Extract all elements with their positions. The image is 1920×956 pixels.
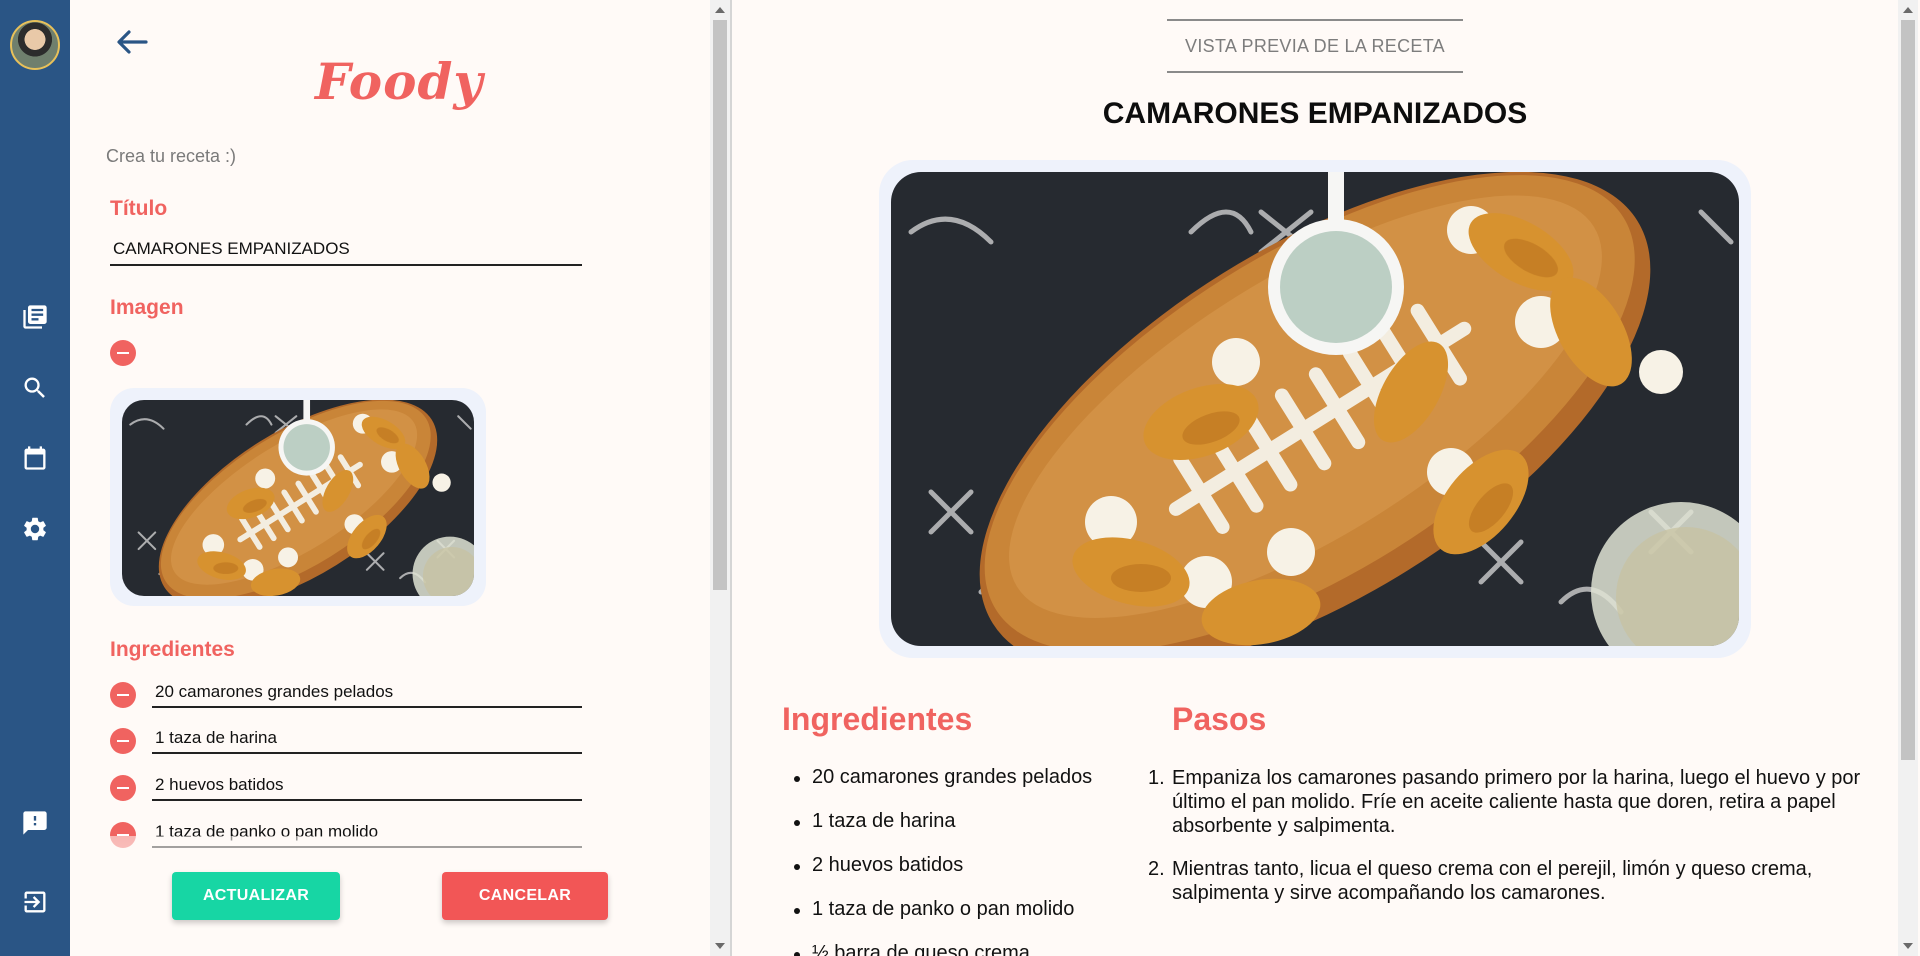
recipe-editor: Foody Crea tu receta :) Título Imagen In… <box>70 0 710 956</box>
list-item: 20 camarones grandes pelados <box>782 766 1102 810</box>
logout-icon[interactable] <box>19 886 51 918</box>
recipe-preview: VISTA PREVIA DE LA RECETA CAMARONES EMPA… <box>732 0 1898 956</box>
recipes-icon[interactable] <box>19 301 51 333</box>
title-label: Título <box>110 197 168 220</box>
step-item: 2. Mientras tanto, licua el queso crema c… <box>1148 858 1813 904</box>
editor-scrollbar-thumb[interactable] <box>713 20 727 590</box>
preview-ingredients-list: 20 camarones grandes pelados 1 taza de h… <box>782 766 1102 956</box>
preview-steps-list: 1. Empaniza los camarones pasando primero… <box>1148 766 1892 924</box>
list-item: ½ barra de queso crema <box>782 942 1102 956</box>
back-arrow-icon[interactable] <box>112 22 152 62</box>
calendar-icon[interactable] <box>19 442 51 474</box>
title-input[interactable] <box>110 234 582 266</box>
search-icon[interactable] <box>19 372 51 404</box>
settings-icon[interactable] <box>19 513 51 545</box>
preview-image-frame <box>879 160 1751 658</box>
editor-scrollbar[interactable] <box>710 0 730 956</box>
ingredients-label: Ingredientes <box>110 638 235 661</box>
list-item: 1 taza de harina <box>782 810 1102 854</box>
recipe-image-thumbnail <box>122 400 474 596</box>
list-item: 2 huevos batidos <box>782 854 1102 898</box>
preview-scrollbar-thumb[interactable] <box>1901 20 1915 760</box>
ingredient-input[interactable] <box>152 678 582 708</box>
step-text: Mientras tanto, licua el queso crema con… <box>1172 858 1813 904</box>
cancel-button[interactable]: CANCELAR <box>442 872 608 920</box>
scroll-down-arrow-icon[interactable] <box>1903 943 1913 949</box>
remove-ingredient-icon[interactable] <box>110 775 136 801</box>
ingredient-input[interactable] <box>152 771 582 801</box>
feedback-icon[interactable] <box>19 807 51 839</box>
scroll-down-arrow-icon[interactable] <box>715 943 725 949</box>
update-button[interactable]: ACTUALIZAR <box>172 872 340 920</box>
scroll-up-arrow-icon[interactable] <box>1903 7 1913 13</box>
list-item: 1 taza de panko o pan molido <box>782 898 1102 942</box>
preview-header: VISTA PREVIA DE LA RECETA <box>1167 19 1463 73</box>
remove-ingredient-icon[interactable] <box>110 682 136 708</box>
remove-image-icon[interactable] <box>110 340 136 366</box>
preview-steps-title: Pasos <box>1172 701 1267 737</box>
remove-ingredient-icon[interactable] <box>110 728 136 754</box>
scroll-up-arrow-icon[interactable] <box>715 7 725 13</box>
preview-scrollbar[interactable] <box>1898 0 1918 956</box>
editor-subtitle: Crea tu receta :) <box>106 146 237 166</box>
avatar[interactable] <box>10 20 60 70</box>
ingredient-input[interactable] <box>152 724 582 754</box>
step-item: 1. Empaniza los camarones pasando primero… <box>1148 767 1861 837</box>
step-text: Empaniza los camarones pasando primero p… <box>1172 767 1861 837</box>
preview-recipe-title: CAMARONES EMPANIZADOS <box>1102 97 1528 130</box>
foody-logo: Foody <box>315 52 484 111</box>
image-label: Imagen <box>110 296 184 319</box>
image-thumbnail-frame <box>110 388 486 606</box>
preview-recipe-image <box>891 172 1739 646</box>
buttons-overlay <box>70 836 710 956</box>
preview-ingredients-title: Ingredientes <box>782 701 973 737</box>
sidebar <box>0 0 70 956</box>
